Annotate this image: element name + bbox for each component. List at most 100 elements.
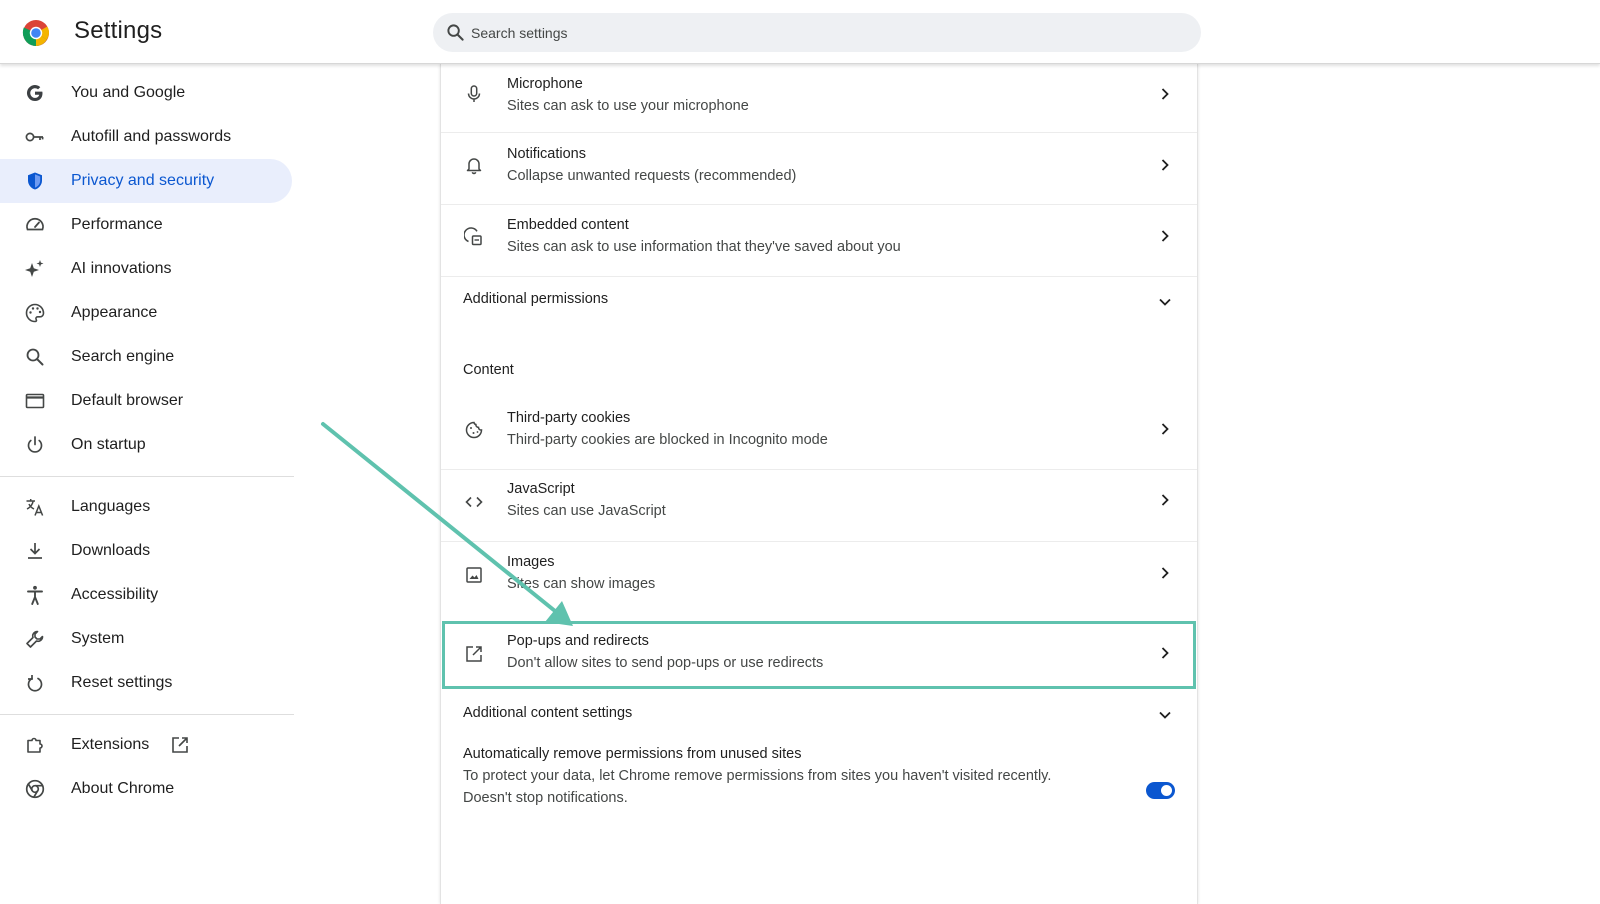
row-title: JavaScript [507,481,575,497]
toggle-knob [1161,785,1172,796]
sidebar-item-label: Languages [71,498,151,515]
row-title: Embedded content [507,217,629,233]
row-title: Third-party cookies [507,410,631,426]
key-icon [24,126,46,148]
javascript-setting-row[interactable]: JavaScript Sites can use JavaScript [441,470,1197,540]
sidebar-item-downloads[interactable]: Downloads [0,529,292,573]
sidebar-item-performance[interactable]: Performance [0,203,292,247]
open-in-new-icon [463,643,485,665]
sidebar-item-label: Privacy and security [71,172,215,189]
shield-icon [24,170,46,192]
chevron-right-icon [1161,647,1169,659]
sidebar-item-privacy[interactable]: Privacy and security [0,159,292,203]
sidebar-item-label: System [71,630,125,647]
download-icon [24,540,46,562]
auto-remove-permissions-description: To protect your data, let Chrome remove … [463,768,1052,784]
sidebar-item-autofill[interactable]: Autofill and passwords [0,115,292,159]
puzzle-icon [24,734,46,756]
accessibility-icon [24,584,46,606]
chrome-logo-icon [22,20,50,46]
image-icon [463,564,485,586]
speedometer-icon [24,214,46,236]
chevron-down-icon [1159,711,1171,719]
sidebar-item-label: Accessibility [71,586,159,603]
search-icon [24,346,46,368]
row-title: Microphone [507,76,583,92]
chevron-right-icon [1161,494,1169,506]
search-icon [447,24,464,41]
additional-content-settings-expander[interactable]: Additional content settings [441,690,1197,742]
auto-remove-permissions-title: Automatically remove permissions from un… [463,746,802,762]
chevron-right-icon [1161,423,1169,435]
row-subtitle: Sites can use JavaScript [507,503,666,519]
power-icon [24,434,46,456]
sidebar-item-on-startup[interactable]: On startup [0,423,292,467]
chevron-right-icon [1161,567,1169,579]
sidebar-item-system[interactable]: System [0,617,292,661]
cookie-icon [463,419,485,441]
microphone-setting-row[interactable]: Microphone Sites can ask to use your mic… [441,64,1197,132]
sidebar-item-label: Extensions [71,736,150,753]
row-title: Images [507,554,555,570]
sidebar-item-reset-settings[interactable]: Reset settings [0,661,292,705]
sidebar-item-label: Autofill and passwords [71,128,232,145]
auto-remove-permissions-toggle[interactable] [1146,782,1175,799]
sidebar-item-label: On startup [71,436,146,453]
code-icon [463,491,485,513]
settings-header: Settings [0,0,1600,64]
sidebar-item-label: Appearance [71,304,158,321]
chevron-down-icon [1159,298,1171,306]
sidebar-item-label: Reset settings [71,674,173,691]
chevron-right-icon [1161,159,1169,171]
page-title: Settings [74,17,163,44]
sidebar: You and Google Autofill and passwords Pr… [0,64,300,904]
chrome-icon [24,778,46,800]
open-in-new-icon [172,737,188,753]
sidebar-item-languages[interactable]: Languages [0,485,292,529]
row-title: Additional content settings [463,705,633,721]
browser-window-icon [24,390,46,412]
reset-icon [24,672,46,694]
sidebar-item-appearance[interactable]: Appearance [0,291,292,335]
chevron-right-icon [1161,88,1169,100]
sidebar-item-about-chrome[interactable]: About Chrome [0,767,292,811]
chevron-right-icon [1161,230,1169,242]
row-title: Pop-ups and redirects [507,633,649,649]
sidebar-divider [0,476,294,477]
search-input[interactable] [471,13,1171,52]
content-section-heading: Content [463,362,514,378]
third-party-cookies-setting-row[interactable]: Third-party cookies Third-party cookies … [441,398,1197,468]
sidebar-item-extensions[interactable]: Extensions [0,723,292,767]
auto-remove-permissions-note: Doesn't stop notifications. [463,790,628,806]
sidebar-item-default-browser[interactable]: Default browser [0,379,292,423]
sidebar-divider [0,714,294,715]
sidebar-item-label: Downloads [71,542,151,559]
row-title: Additional permissions [463,291,609,307]
translate-icon [24,496,46,518]
row-subtitle: Third-party cookies are blocked in Incog… [507,432,828,448]
sidebar-item-accessibility[interactable]: Accessibility [0,573,292,617]
row-title: Notifications [507,146,586,162]
microphone-icon [463,83,485,105]
sidebar-item-you-and-google[interactable]: You and Google [0,71,292,115]
wrench-icon [24,628,46,650]
sidebar-item-label: Default browser [71,392,184,409]
embedded-content-icon [463,226,485,248]
row-subtitle: Collapse unwanted requests (recommended) [507,168,797,184]
notifications-setting-row[interactable]: Notifications Collapse unwanted requests… [441,133,1197,203]
sidebar-item-label: You and Google [71,84,186,101]
sparkle-icon [24,258,46,280]
search-bar[interactable] [433,13,1201,52]
site-settings-card: Microphone Sites can ask to use your mic… [440,64,1198,904]
sidebar-item-label: AI innovations [71,260,172,277]
additional-permissions-expander[interactable]: Additional permissions [441,277,1197,329]
bell-icon [463,154,485,176]
sidebar-item-search-engine[interactable]: Search engine [0,335,292,379]
popups-redirects-setting-row[interactable]: Pop-ups and redirects Don't allow sites … [441,621,1197,689]
sidebar-item-label: Search engine [71,348,175,365]
embedded-content-setting-row[interactable]: Embedded content Sites can ask to use in… [441,205,1197,275]
row-subtitle: Sites can ask to use your microphone [507,98,749,114]
images-setting-row[interactable]: Images Sites can show images [441,542,1197,612]
row-subtitle: Sites can show images [507,576,656,592]
sidebar-item-ai-innovations[interactable]: AI innovations [0,247,292,291]
